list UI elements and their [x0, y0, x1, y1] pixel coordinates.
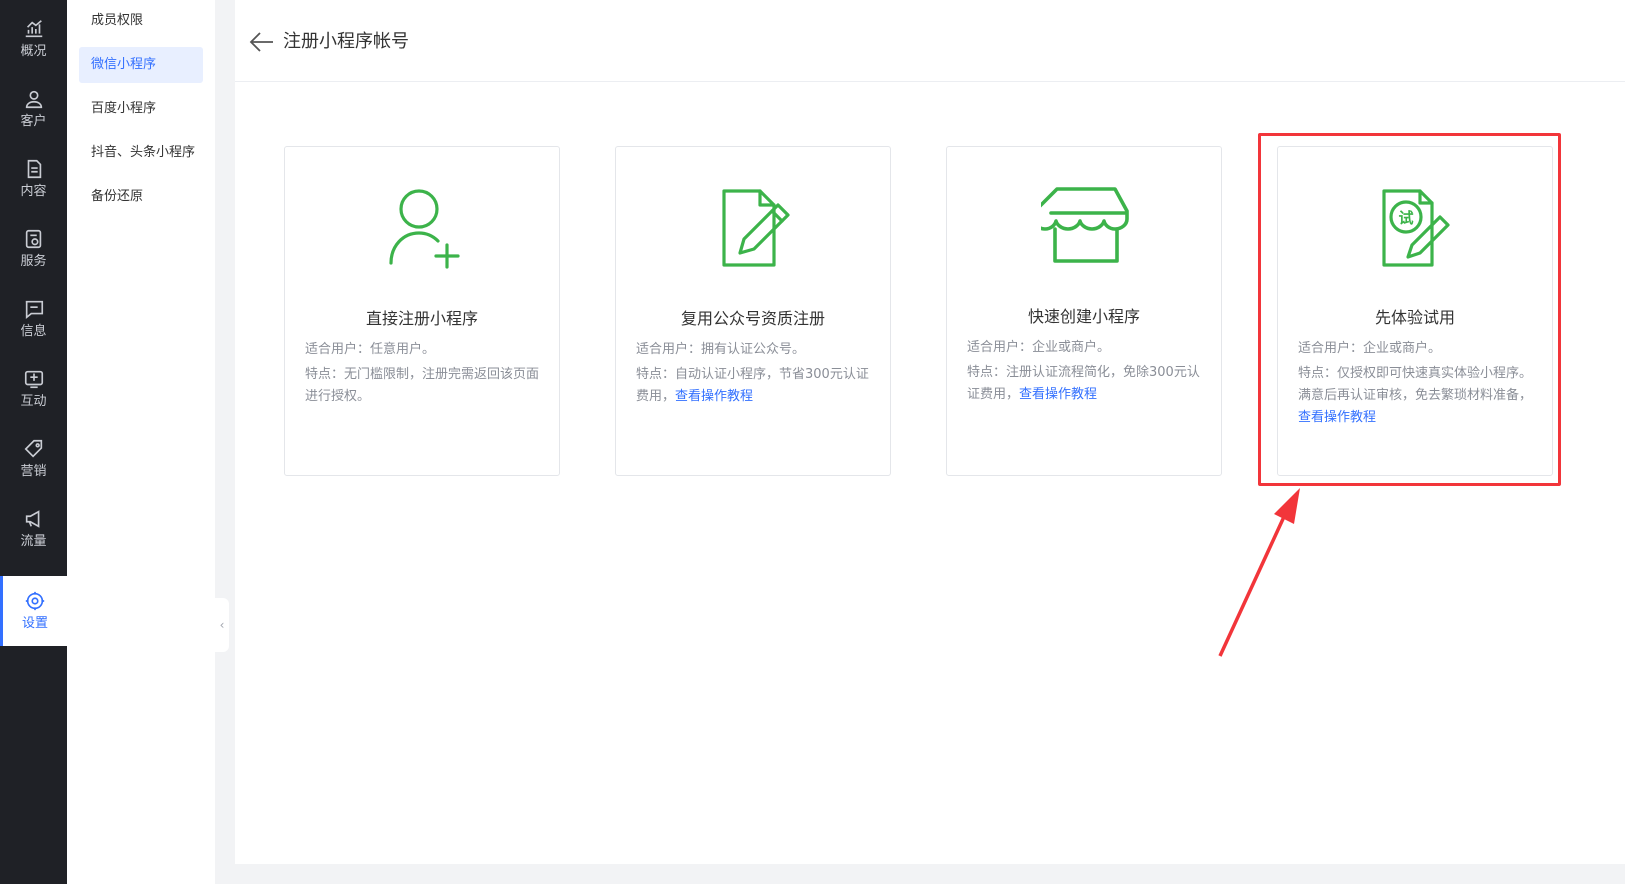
edit-document-icon: [722, 189, 790, 267]
tutorial-link[interactable]: 查看操作教程: [1019, 387, 1097, 402]
interact-icon: [24, 370, 43, 389]
megaphone-icon: [25, 510, 39, 528]
submenu-item-backup-restore[interactable]: 备份还原: [79, 179, 203, 215]
message-icon: [25, 300, 43, 319]
nav-label: 营销: [20, 464, 47, 479]
add-user-icon: [389, 189, 460, 269]
gear-icon: [25, 591, 45, 611]
svg-text:试: 试: [1398, 209, 1413, 227]
nav-item-marketing[interactable]: 营销: [0, 424, 67, 494]
nav-item-overview[interactable]: 概况: [0, 4, 67, 74]
submenu-item-wechat-miniprogram[interactable]: 微信小程序: [79, 47, 203, 83]
card-description: 适合用户：企业或商户。 特点：注册认证流程简化，免除300元认证费用，查看操作教…: [967, 337, 1205, 409]
card-description: 适合用户：任意用户。 特点：无门槛限制，注册完需返回该页面进行授权。: [305, 339, 543, 411]
card-description: 适合用户：拥有认证公众号。 特点：自动认证小程序，节省300元认证费用，查看操作…: [636, 339, 874, 411]
option-card-trial-first[interactable]: 试 先体验试用 适合用户：企业或商户。 特点：仅授权即可快速真实体验小程序。满意…: [1277, 146, 1553, 476]
card-feature: 特点：仅授权即可快速真实体验小程序。满意后再认证审核，免去繁琐材料准备，: [1298, 366, 1533, 403]
option-card-quick-create[interactable]: 快速创建小程序 适合用户：企业或商户。 特点：注册认证流程简化，免除300元认证…: [946, 146, 1222, 476]
nav-item-traffic[interactable]: 流量: [0, 494, 67, 564]
card-feature: 特点：无门槛限制，注册完需返回该页面进行授权。: [305, 367, 540, 404]
user-icon: [25, 90, 42, 109]
collapse-submenu-button[interactable]: ‹: [215, 598, 229, 652]
nav-label: 信息: [20, 324, 47, 339]
nav-label: 互动: [20, 394, 47, 409]
nav-label: 流量: [20, 534, 47, 549]
nav-item-message[interactable]: 信息: [0, 284, 67, 354]
submenu-item-douyin-miniprogram[interactable]: 抖音、头条小程序: [79, 135, 203, 171]
nav-label: 服务: [20, 254, 47, 269]
tutorial-link[interactable]: 查看操作教程: [675, 389, 753, 404]
main-panel: 注册小程序帐号 直接注册小程序 适合用户：任意用户。 特点：无门槛限制，注册完需…: [235, 0, 1625, 864]
card-title: 先体验试用: [1374, 308, 1455, 327]
back-arrow-icon[interactable]: [249, 30, 275, 54]
tag-icon: [24, 439, 42, 458]
nav-item-settings[interactable]: 设置: [0, 576, 67, 646]
tutorial-link[interactable]: 查看操作教程: [1298, 410, 1376, 425]
card-title: 快速创建小程序: [1027, 307, 1140, 326]
main-nav: 概况 客户 内容 服务 信息 互动 营销 流量 设置: [0, 0, 67, 884]
card-audience: 适合用户：拥有认证公众号。: [636, 342, 806, 357]
trial-document-icon: 试: [1382, 189, 1450, 267]
option-card-reuse-official-account[interactable]: 复用公众号资质注册 适合用户：拥有认证公众号。 特点：自动认证小程序，节省300…: [615, 146, 891, 476]
nav-label: 概况: [20, 44, 47, 59]
card-audience: 适合用户：企业或商户。: [1298, 341, 1442, 356]
card-title: 复用公众号资质注册: [680, 309, 825, 328]
nav-label: 内容: [20, 184, 47, 199]
document-icon: [27, 159, 41, 179]
nav-item-customer[interactable]: 客户: [0, 74, 67, 144]
chevron-left-icon: ‹: [219, 618, 225, 632]
page-title: 注册小程序帐号: [283, 31, 409, 52]
page-header: 注册小程序帐号: [235, 0, 1625, 82]
option-card-direct-register[interactable]: 直接注册小程序 适合用户：任意用户。 特点：无门槛限制，注册完需返回该页面进行授…: [284, 146, 560, 476]
card-description: 适合用户：企业或商户。 特点：仅授权即可快速真实体验小程序。满意后再认证审核，免…: [1298, 338, 1536, 432]
card-audience: 适合用户：企业或商户。: [967, 340, 1111, 355]
nav-label: 客户: [20, 114, 47, 129]
submenu-item-member-permissions[interactable]: 成员权限: [79, 3, 203, 39]
nav-label: 设置: [21, 616, 48, 631]
card-audience: 适合用户：任意用户。: [305, 342, 436, 357]
nav-item-interact[interactable]: 互动: [0, 354, 67, 424]
nav-item-service[interactable]: 服务: [0, 214, 67, 284]
service-icon: [25, 229, 41, 249]
nav-item-content[interactable]: 内容: [0, 144, 67, 214]
chart-icon: [25, 20, 42, 38]
store-icon: [1041, 187, 1129, 263]
submenu-item-baidu-miniprogram[interactable]: 百度小程序: [79, 91, 203, 127]
card-title: 直接注册小程序: [365, 309, 478, 328]
settings-submenu: 成员权限 微信小程序 百度小程序 抖音、头条小程序 备份还原: [67, 0, 215, 884]
